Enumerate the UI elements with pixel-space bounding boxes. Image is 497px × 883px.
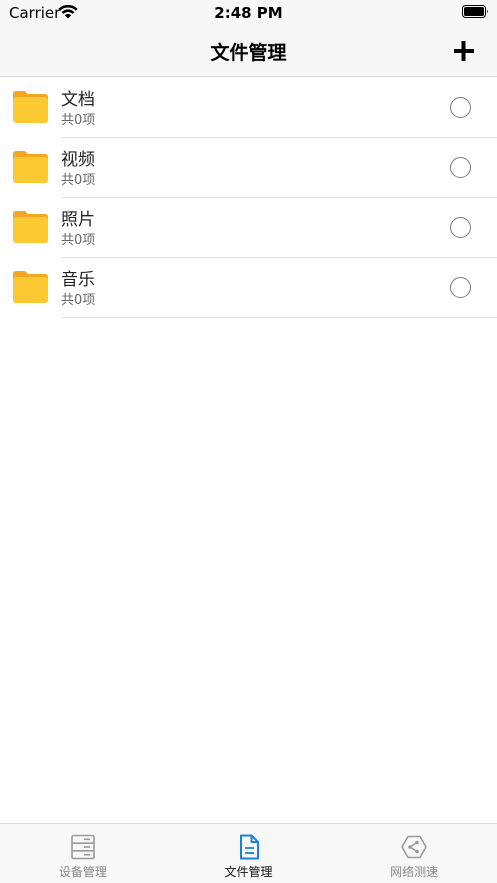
folder-row-documents[interactable]: 文档 共0项 (0, 78, 497, 138)
status-bar: Carrier 2:48 PM (0, 0, 497, 26)
battery-icon (462, 5, 488, 18)
tab-network-speed[interactable]: 网络测速 (331, 824, 497, 883)
folder-icon (13, 151, 48, 183)
folder-count: 共0项 (61, 113, 96, 128)
select-radio[interactable] (450, 157, 471, 178)
folder-row-videos[interactable]: 视频 共0项 (0, 138, 497, 198)
select-radio[interactable] (450, 277, 471, 298)
plus-icon[interactable] (451, 38, 477, 64)
file-manager-screen: Carrier 2:48 PM 文件管理 文档 共0项 视频 共0项 照片 共0… (0, 0, 497, 883)
folder-icon (13, 211, 48, 243)
folder-name: 音乐 (61, 270, 95, 290)
folder-icon (13, 91, 48, 123)
folder-name: 照片 (61, 210, 95, 230)
folder-count: 共0项 (61, 173, 96, 188)
folder-icon (13, 271, 48, 303)
tab-label: 设备管理 (58, 865, 107, 879)
folder-name: 文档 (61, 90, 95, 110)
folder-name: 视频 (61, 150, 95, 170)
folder-row-music[interactable]: 音乐 共0项 (0, 258, 497, 318)
tab-file-management[interactable]: 文件管理 (166, 824, 332, 883)
folder-row-photos[interactable]: 照片 共0项 (0, 198, 497, 258)
navigation-bar: 文件管理 (0, 26, 497, 77)
document-icon (239, 834, 259, 860)
folder-count: 共0项 (61, 293, 96, 308)
folder-count: 共0项 (61, 233, 96, 248)
select-radio[interactable] (450, 97, 471, 118)
select-radio[interactable] (450, 217, 471, 238)
tab-label: 文件管理 (224, 865, 273, 879)
tab-device-management[interactable]: 设备管理 (0, 824, 166, 883)
tab-bar: 设备管理 文件管理 网络测速 (0, 823, 497, 883)
server-icon (71, 834, 95, 860)
tab-label: 网络测速 (390, 865, 439, 879)
page-title: 文件管理 (210, 42, 287, 64)
row-divider (61, 317, 497, 318)
folder-list: 文档 共0项 视频 共0项 照片 共0项 音乐 共0项 (0, 78, 497, 318)
network-speed-icon (401, 835, 427, 859)
status-time: 2:48 PM (214, 4, 283, 22)
